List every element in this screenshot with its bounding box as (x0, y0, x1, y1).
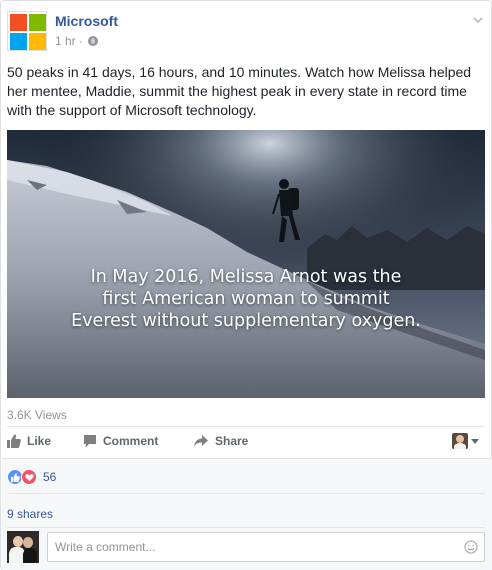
comment-label: Comment (103, 434, 159, 448)
share-button[interactable]: Share (193, 434, 248, 448)
post-timestamp[interactable]: 1 hr (55, 34, 76, 48)
post-body-text: 50 peaks in 41 days, 16 hours, and 10 mi… (7, 64, 472, 118)
view-count: 3.6K Views (7, 408, 67, 422)
microsoft-logo[interactable] (7, 11, 47, 51)
logo-green-square (29, 14, 46, 31)
reaction-count[interactable]: 56 (43, 470, 56, 484)
commenter-avatar[interactable] (7, 531, 39, 563)
post-header: Microsoft 1 hr · (7, 9, 485, 53)
avatar-person (23, 537, 33, 548)
action-bar: Like Comment Share (7, 426, 485, 458)
post-card: Microsoft 1 hr · 50 peaks in 41 days, 16… (0, 0, 492, 570)
share-icon (194, 435, 208, 447)
caret-down-icon (471, 438, 479, 444)
divider (7, 527, 485, 528)
chevron-down-icon[interactable] (473, 15, 483, 25)
avatar-person (23, 548, 37, 563)
avatar-person (13, 536, 23, 547)
logo-yellow-square (29, 33, 46, 50)
share-label: Share (215, 434, 249, 448)
page-name-link[interactable]: Microsoft (55, 13, 118, 29)
logo-blue-square (10, 33, 27, 50)
shares-link[interactable]: 9 shares (7, 507, 53, 521)
love-icon (21, 469, 37, 485)
video-thumbnail (7, 130, 485, 398)
logo-red-square (10, 14, 27, 31)
like-label: Like (27, 434, 52, 448)
video-player[interactable]: In May 2016, Melissa Arnot was the first… (7, 130, 485, 398)
comment-icon (84, 435, 96, 448)
reactions-summary[interactable]: 56 (7, 469, 56, 485)
divider (7, 493, 485, 494)
thumbs-up-icon (7, 434, 21, 448)
caption-line: In May 2016, Melissa Arnot was the (90, 267, 402, 287)
emoji-icon[interactable] (464, 540, 478, 554)
video-caption: In May 2016, Melissa Arnot was the first… (7, 266, 485, 332)
comment-button[interactable]: Comment (83, 434, 158, 448)
comment-input[interactable] (47, 532, 485, 562)
caption-line: first American woman to summit (102, 289, 390, 309)
post-as-selector[interactable] (452, 433, 479, 449)
globe-icon[interactable] (87, 36, 98, 46)
meta-separator: · (78, 34, 83, 48)
caption-line: Everest without supplementary oxygen. (71, 311, 421, 331)
comment-composer (7, 531, 485, 563)
like-button[interactable]: Like (7, 434, 51, 448)
post-meta: 1 hr · (55, 34, 98, 48)
avatar (452, 433, 468, 449)
